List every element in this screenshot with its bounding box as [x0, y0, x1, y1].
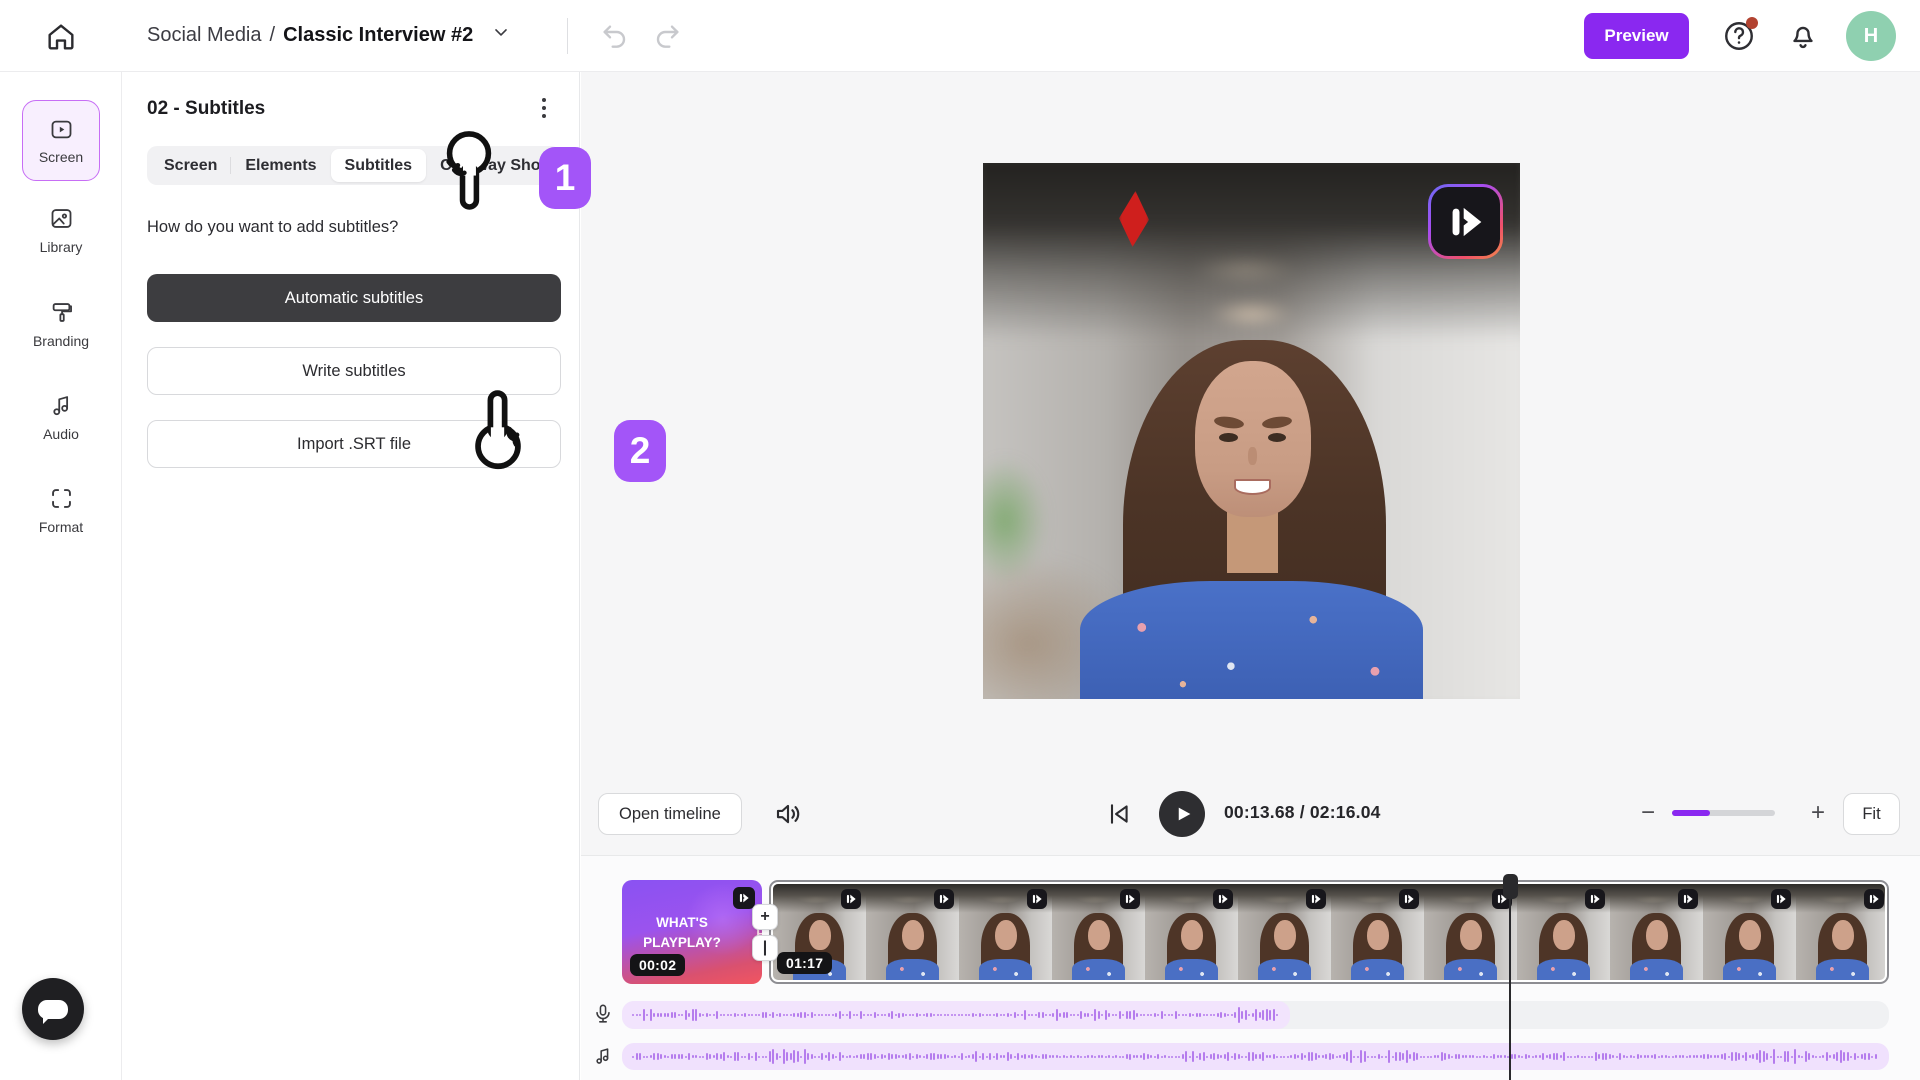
volume-button[interactable] — [773, 799, 803, 829]
voice-track-icon-wrap — [592, 1003, 614, 1027]
sidebar-item-label: Branding — [33, 333, 89, 349]
preview-button[interactable]: Preview — [1584, 13, 1689, 59]
tab-screen[interactable]: Screen — [150, 149, 231, 182]
zoom-slider-fill — [1672, 810, 1710, 816]
breadcrumb[interactable]: Social Media / Classic Interview #2 — [147, 22, 511, 48]
playhead-handle[interactable] — [1503, 874, 1518, 899]
sidebar-item-audio[interactable]: Audio — [0, 392, 122, 442]
add-screen-button[interactable]: + — [752, 904, 778, 930]
playplay-editor: Social Media / Classic Interview #2 Prev… — [0, 0, 1920, 1080]
library-icon — [48, 205, 75, 232]
microphone-icon — [592, 1003, 614, 1025]
video-track: WHAT'S PLAYPLAY? Pl 00:02 + | 01:17 — [581, 880, 1920, 984]
screen-heading: 02 - Subtitles — [147, 98, 265, 120]
undo-button[interactable] — [598, 20, 630, 52]
sidebar-item-format[interactable]: Format — [0, 485, 122, 535]
top-bar: Social Media / Classic Interview #2 Prev… — [0, 0, 1920, 72]
sidebar-item-library[interactable]: Library — [0, 205, 122, 255]
play-icon — [1175, 805, 1193, 823]
title-clip-text: WHAT'S PLAYPLAY? — [634, 913, 730, 954]
skip-to-start-button[interactable] — [1105, 800, 1133, 828]
notifications-button[interactable] — [1786, 19, 1820, 53]
zoom-in-button[interactable]: + — [1803, 798, 1833, 828]
support-chat-button[interactable] — [22, 978, 84, 1040]
sidebar-item-label: Format — [39, 519, 83, 535]
tutorial-step-1-badge: 1 — [539, 147, 591, 209]
skip-back-icon — [1105, 800, 1133, 828]
music-track-icon-wrap — [592, 1045, 614, 1069]
music-note-icon — [48, 392, 75, 419]
split-transition-button[interactable]: | — [752, 935, 778, 961]
subtitles-question-label: How do you want to add subtitles? — [147, 218, 398, 237]
fit-button[interactable]: Fit — [1843, 793, 1900, 835]
header-divider — [567, 18, 568, 54]
voice-audio-clip[interactable] — [622, 1001, 1290, 1029]
format-icon — [48, 485, 75, 512]
title-clip[interactable]: WHAT'S PLAYPLAY? Pl 00:02 — [622, 880, 762, 984]
breadcrumb-separator: / — [270, 24, 276, 47]
help-button[interactable] — [1722, 19, 1756, 53]
clip-insert-controls: + | — [752, 904, 778, 961]
video-preview[interactable] — [983, 163, 1520, 699]
play-button[interactable] — [1159, 791, 1205, 837]
tab-elements[interactable]: Elements — [231, 149, 330, 182]
bell-icon — [1786, 19, 1820, 53]
sidebar-item-label: Screen — [39, 149, 83, 165]
branding-icon — [48, 299, 75, 326]
time-display: 00:13.68 / 02:16.04 — [1224, 802, 1381, 823]
tutorial-step-2-badge: 2 — [614, 420, 666, 482]
sidebar-item-label: Library — [40, 239, 83, 255]
music-note-icon — [592, 1045, 614, 1067]
chevron-down-icon[interactable] — [491, 22, 511, 48]
timeline: WHAT'S PLAYPLAY? Pl 00:02 + | 01:17 — [581, 855, 1920, 1080]
zoom-out-button[interactable]: − — [1633, 798, 1663, 828]
zoom-slider[interactable] — [1672, 810, 1775, 816]
undo-icon — [598, 20, 630, 52]
video-clip[interactable] — [769, 880, 1889, 984]
sidebar-item-label: Audio — [43, 426, 79, 442]
open-timeline-button[interactable]: Open timeline — [598, 793, 742, 835]
chat-bubble-icon — [38, 1000, 68, 1019]
music-audio-clip[interactable] — [622, 1043, 1889, 1070]
player-controls: Open timeline 00:13.68 / 02:16.04 − + — [581, 782, 1920, 855]
editor-stage: Open timeline 00:13.68 / 02:16.04 − + — [581, 72, 1920, 1080]
playhead-line — [1509, 897, 1511, 1080]
video-clip-thumbs — [773, 884, 1885, 980]
subtitles-panel: 02 - Subtitles Screen Elements Subtitles… — [122, 72, 580, 1080]
video-clip-duration-badge: 01:17 — [777, 952, 832, 974]
tab-subtitles[interactable]: Subtitles — [331, 149, 427, 182]
sidebar-item-screen[interactable]: Screen — [22, 100, 100, 181]
screen-options-menu-button[interactable] — [530, 94, 558, 122]
speaker-icon — [773, 799, 803, 829]
main-sidebar: Screen Library Branding Audio — [0, 72, 122, 1080]
home-button[interactable] — [44, 20, 78, 54]
screen-icon — [48, 116, 75, 143]
automatic-subtitles-button[interactable]: Automatic subtitles — [147, 274, 561, 322]
hand-pointing-down-cursor — [432, 122, 506, 218]
hand-clicking-cursor — [460, 384, 536, 482]
playplay-logo-watermark — [1428, 184, 1503, 259]
title-clip-duration-badge: 00:02 — [630, 954, 685, 976]
redo-icon — [652, 20, 684, 52]
avatar[interactable]: H — [1846, 11, 1896, 61]
redo-button[interactable] — [652, 20, 684, 52]
sidebar-item-branding[interactable]: Branding — [0, 299, 122, 349]
notification-dot — [1746, 17, 1758, 29]
breadcrumb-section: Social Media — [147, 24, 262, 47]
home-icon — [44, 20, 78, 54]
breadcrumb-project-title: Classic Interview #2 — [283, 24, 473, 47]
